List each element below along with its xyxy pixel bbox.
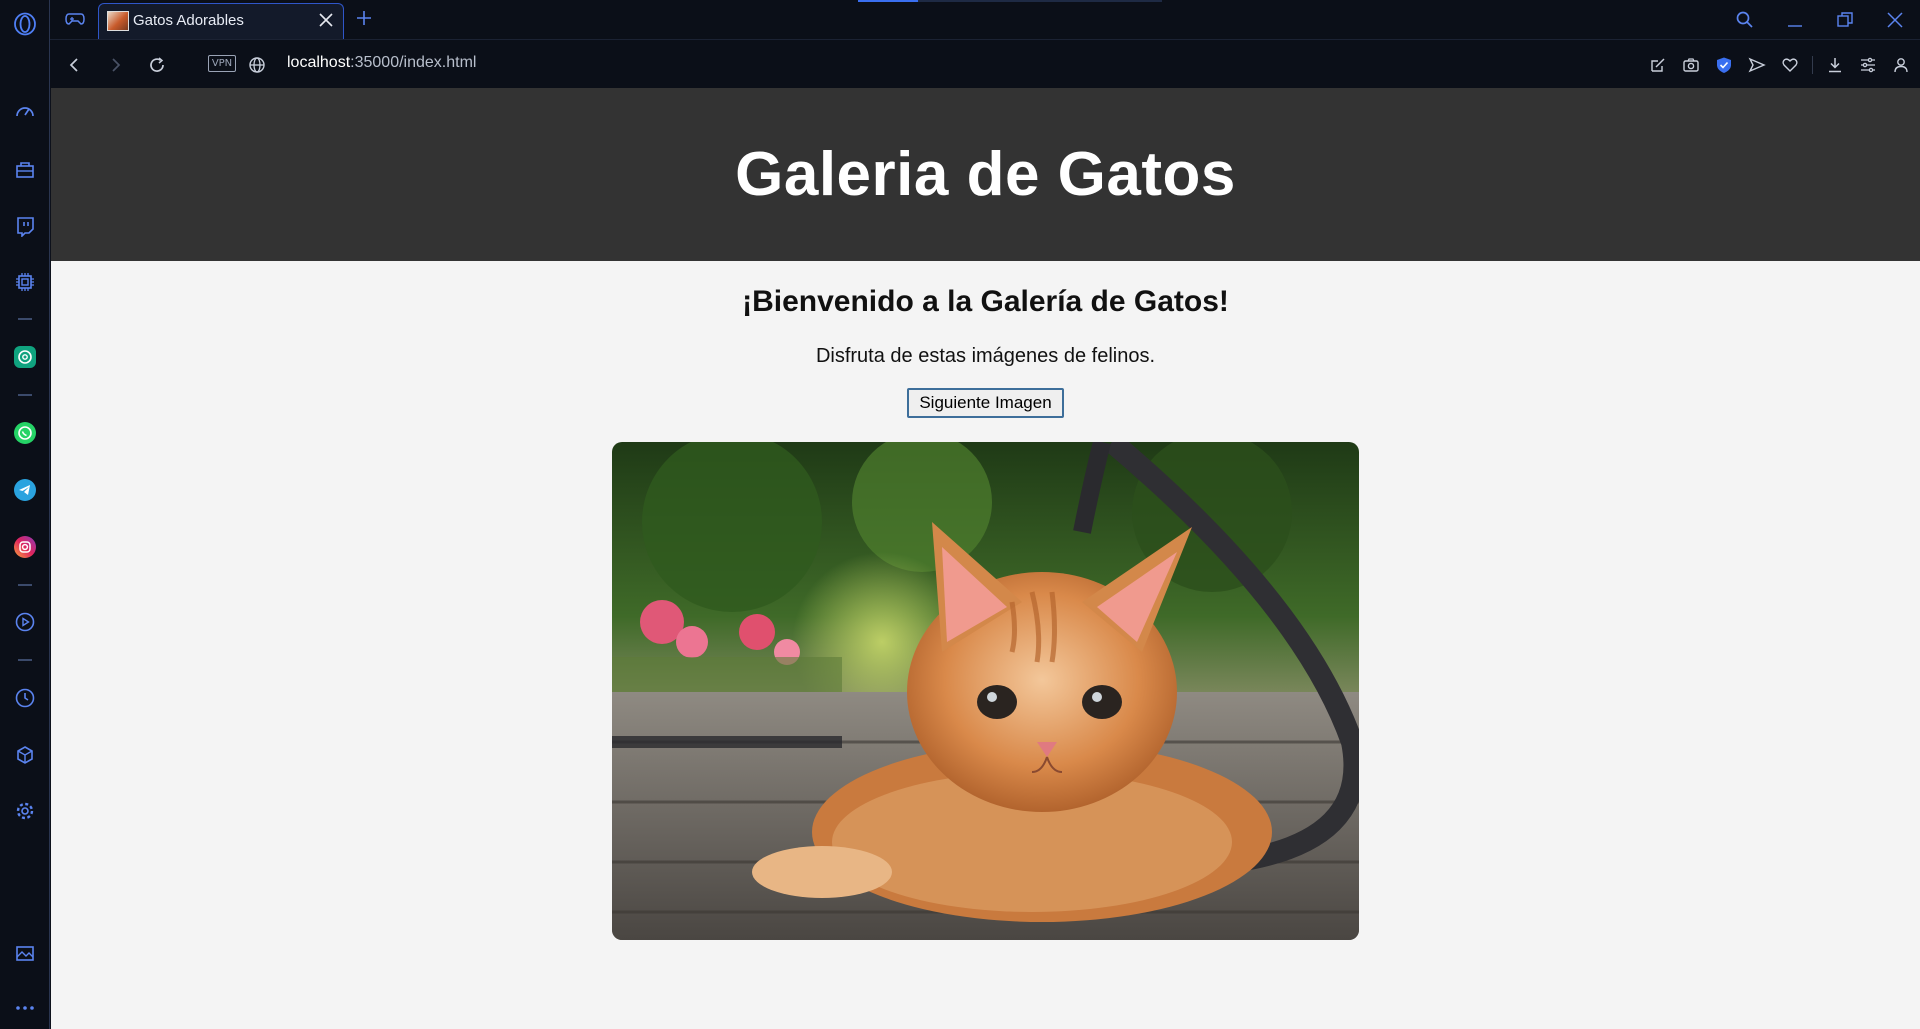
extensions-icon[interactable]	[13, 743, 37, 767]
tab-bar: Gatos Adorables	[50, 0, 1920, 39]
settings-gear-icon[interactable]	[13, 799, 37, 823]
forward-arrow-icon[interactable]	[102, 52, 128, 78]
close-window-icon[interactable]	[1870, 0, 1920, 39]
subtitle-text: Disfruta de estas imágenes de felinos.	[815, 345, 1156, 367]
main-content: ¡Bienvenido a la Galería de Gatos! Disfr…	[51, 285, 1920, 940]
profile-icon[interactable]	[1888, 52, 1914, 78]
send-icon[interactable]	[1744, 52, 1770, 78]
sidebar-divider	[18, 659, 32, 661]
chatgpt-icon[interactable]	[13, 345, 37, 369]
camera-icon[interactable]	[1678, 52, 1704, 78]
tab-favicon	[107, 11, 129, 31]
whatsapp-icon[interactable]	[13, 421, 37, 445]
tab-strip-indicator	[858, 0, 918, 2]
chip-icon[interactable]	[13, 270, 37, 294]
shield-icon[interactable]	[1711, 52, 1737, 78]
instagram-icon[interactable]	[13, 535, 37, 559]
history-icon[interactable]	[13, 686, 37, 710]
opera-logo-icon[interactable]	[13, 12, 37, 36]
heart-icon[interactable]	[1777, 52, 1803, 78]
window-controls	[1720, 0, 1920, 39]
restore-icon[interactable]	[1820, 0, 1870, 39]
back-arrow-icon[interactable]	[62, 52, 88, 78]
welcome-heading: ¡Bienvenido a la Galería de Gatos!	[742, 285, 1229, 318]
telegram-icon[interactable]	[13, 478, 37, 502]
more-dots-icon[interactable]	[13, 996, 37, 1020]
address-bar: VPN localhost:35000/index.html	[50, 39, 1920, 89]
url-field[interactable]: localhost:35000/index.html	[287, 54, 476, 72]
download-icon[interactable]	[1822, 52, 1848, 78]
speed-dial-icon[interactable]	[13, 100, 37, 124]
page-viewport: Galeria de Gatos ¡Bienvenido a la Galerí…	[51, 88, 1920, 1029]
tab-gatos-adorables[interactable]: Gatos Adorables	[98, 3, 344, 39]
minimize-icon[interactable]	[1770, 0, 1820, 39]
tab-title: Gatos Adorables	[133, 12, 244, 29]
vpn-badge[interactable]: VPN	[208, 55, 236, 72]
gallery-icon[interactable]	[13, 941, 37, 965]
tab-strip-indicator-track	[918, 0, 1162, 2]
sidebar-divider	[18, 394, 32, 396]
reload-icon[interactable]	[144, 52, 170, 78]
new-tab-plus-icon[interactable]	[352, 6, 376, 30]
cat-image	[612, 442, 1359, 940]
browser-sidebar	[0, 0, 50, 1029]
sidebar-divider	[18, 584, 32, 586]
search-tabs-icon[interactable]	[1720, 0, 1770, 39]
player-icon[interactable]	[13, 610, 37, 634]
next-image-button[interactable]: Siguiente Imagen	[907, 388, 1064, 418]
shopping-icon[interactable]	[13, 157, 37, 181]
easy-setup-sliders-icon[interactable]	[1855, 52, 1881, 78]
page-header: Galeria de Gatos	[51, 88, 1920, 261]
url-host: localhost	[287, 54, 351, 71]
toolbar-separator	[1812, 56, 1813, 74]
page-title: Galeria de Gatos	[735, 140, 1236, 209]
close-tab-icon[interactable]	[317, 11, 335, 29]
toolbar-right	[1645, 52, 1914, 78]
url-path: :35000/index.html	[350, 54, 477, 71]
sidebar-divider	[18, 318, 32, 320]
snapshot-edit-icon[interactable]	[1645, 52, 1671, 78]
twitch-icon[interactable]	[13, 214, 37, 238]
site-info-globe-icon[interactable]	[244, 52, 270, 78]
gamepad-icon[interactable]	[62, 8, 88, 30]
